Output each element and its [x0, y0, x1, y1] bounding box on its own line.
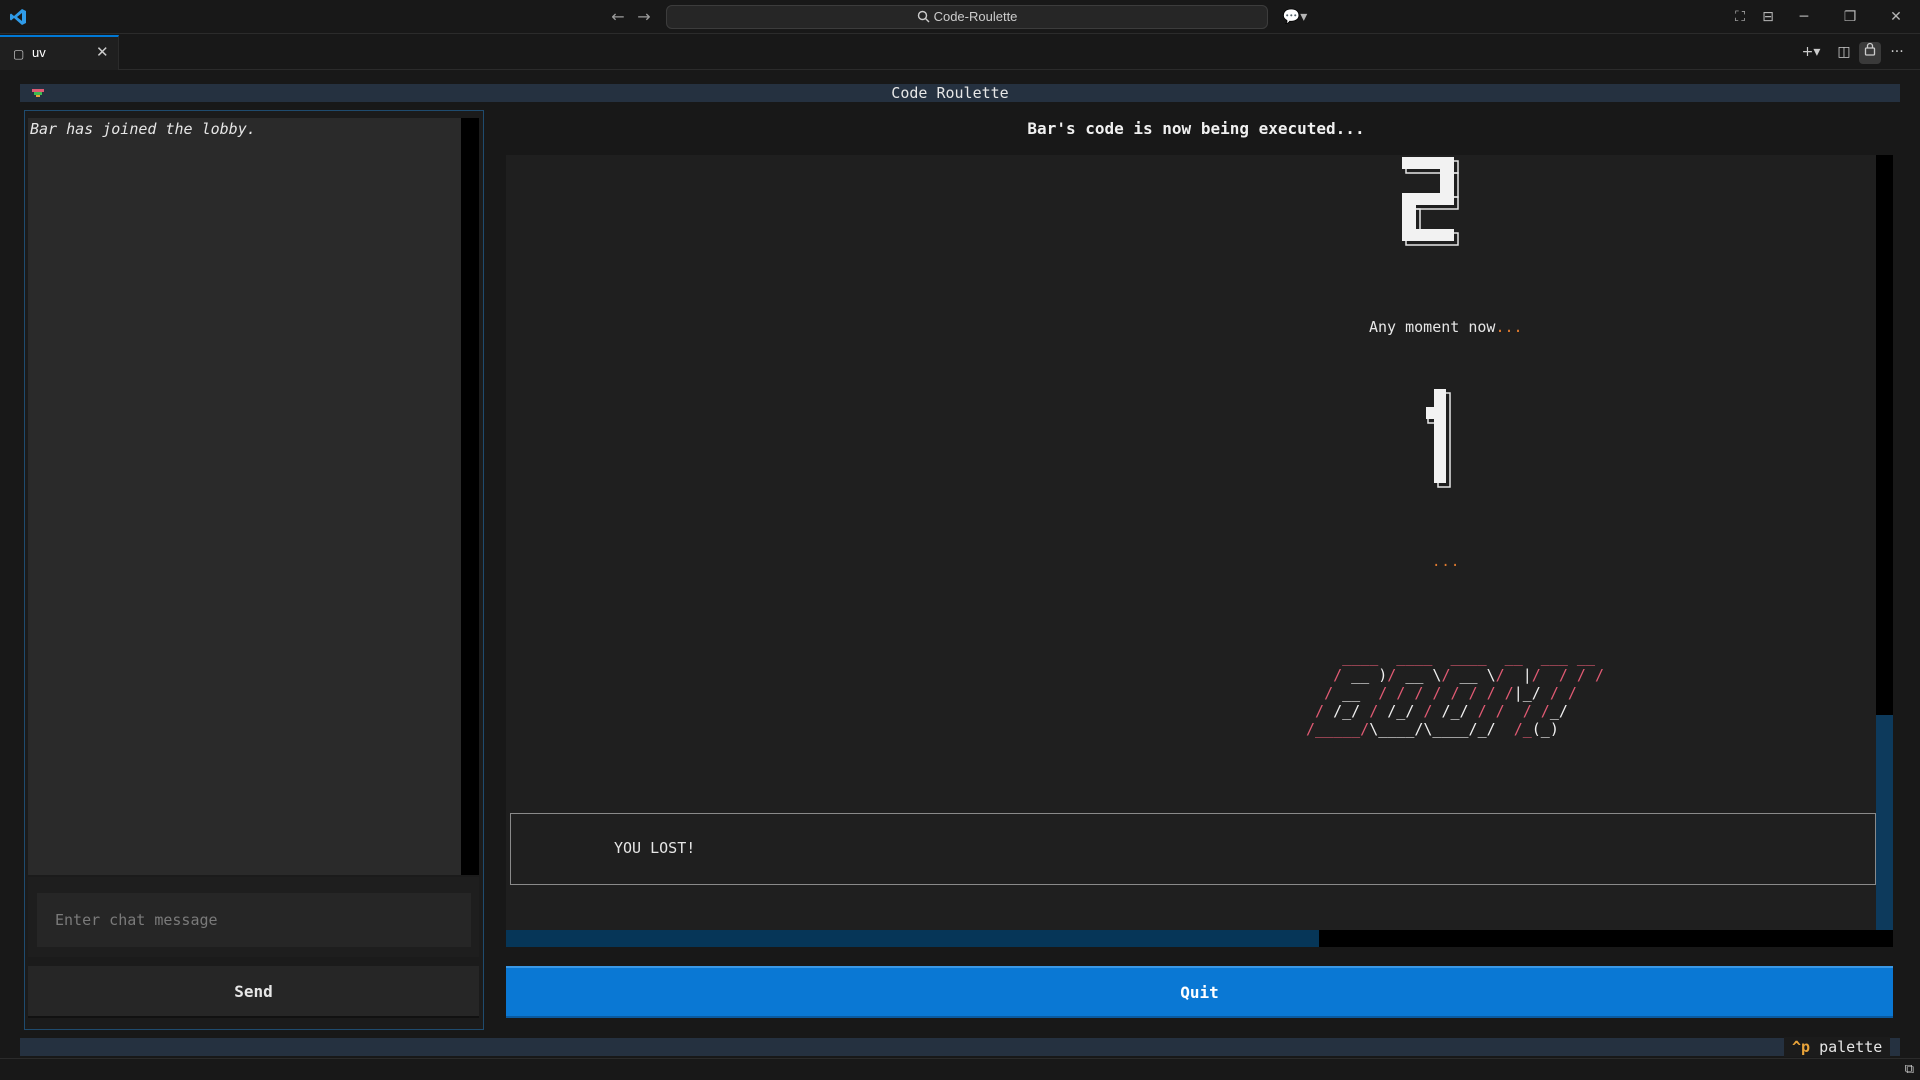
- tab-uv[interactable]: ▢ uv ✕: [0, 35, 119, 70]
- tab-close-icon[interactable]: ✕: [96, 43, 109, 61]
- countdown-message: Any moment now...: [1369, 318, 1523, 336]
- editor-tab-bar: ▢ uv ✕ +▾ ◫ ···: [0, 35, 1920, 70]
- chat-input[interactable]: [37, 893, 471, 947]
- forward-icon[interactable]: →: [633, 6, 655, 28]
- result-box: YOU LOST!: [510, 813, 1876, 885]
- palette-key: ^p: [1792, 1038, 1811, 1056]
- copilot-chat-icon[interactable]: 💬▾: [1278, 6, 1312, 28]
- quit-button[interactable]: Quit: [506, 966, 1893, 1018]
- app-header: Code Roulette: [20, 84, 1900, 102]
- countdown-digit-2: 2: [1400, 155, 1459, 246]
- remote-status-icon[interactable]: ⧉: [1905, 1062, 1914, 1077]
- countdown-digit-1: 1: [1420, 387, 1451, 488]
- svg-text:1: 1: [1420, 387, 1421, 388]
- execution-status: Bar's code is now being executed...: [1027, 119, 1365, 138]
- tab-label: uv: [32, 45, 46, 60]
- chat-log: [28, 118, 461, 875]
- search-icon: [917, 10, 930, 23]
- back-icon[interactable]: ←: [607, 6, 629, 28]
- game-scrollbar-thumb[interactable]: [1876, 715, 1893, 930]
- command-center-search[interactable]: Code-Roulette: [666, 5, 1268, 29]
- restore-icon[interactable]: ❐: [1839, 6, 1861, 28]
- send-button[interactable]: Send: [28, 966, 479, 1018]
- vscode-logo-icon: [10, 9, 26, 25]
- app-footer: [20, 1038, 1900, 1056]
- chat-scrollbar[interactable]: [461, 118, 479, 875]
- close-window-icon[interactable]: ✕: [1885, 6, 1907, 28]
- new-terminal-icon[interactable]: +▾: [1796, 42, 1826, 64]
- app-title: Code Roulette: [891, 84, 1009, 102]
- countdown-message-dots: ...: [1495, 318, 1523, 336]
- progress-bar-fill: [506, 930, 1319, 947]
- status-bar: ⧉: [0, 1058, 1920, 1080]
- title-bar: ← → Code-Roulette 💬▾ ⛶ ⊟ ─ ❐ ✕: [0, 0, 1920, 34]
- lock-group-icon[interactable]: [1859, 42, 1881, 64]
- progress-bar: [506, 930, 1893, 947]
- search-label: Code-Roulette: [933, 9, 1018, 24]
- minimize-icon[interactable]: ─: [1793, 6, 1815, 28]
- countdown-ellipsis: ...: [1432, 554, 1461, 570]
- command-palette-hint[interactable]: ^p palette: [1784, 1037, 1891, 1057]
- result-text: YOU LOST!: [614, 839, 696, 857]
- preview-icon: ▢: [13, 47, 25, 61]
- boom-ascii-art: ____ ____ ____ __ ___ __ / __ )/ __ \/ _…: [1306, 648, 1605, 738]
- svg-text:2: 2: [1400, 155, 1401, 156]
- more-actions-icon[interactable]: ···: [1886, 42, 1908, 64]
- chat-message: Bar has joined the lobby.: [30, 120, 256, 138]
- layout-icon[interactable]: ⊟: [1757, 6, 1779, 28]
- palette-label: palette: [1810, 1038, 1883, 1056]
- fullscreen-icon[interactable]: ⛶: [1729, 6, 1751, 28]
- split-editor-icon[interactable]: ◫: [1833, 42, 1855, 64]
- countdown-message-text: Any moment now: [1369, 318, 1496, 336]
